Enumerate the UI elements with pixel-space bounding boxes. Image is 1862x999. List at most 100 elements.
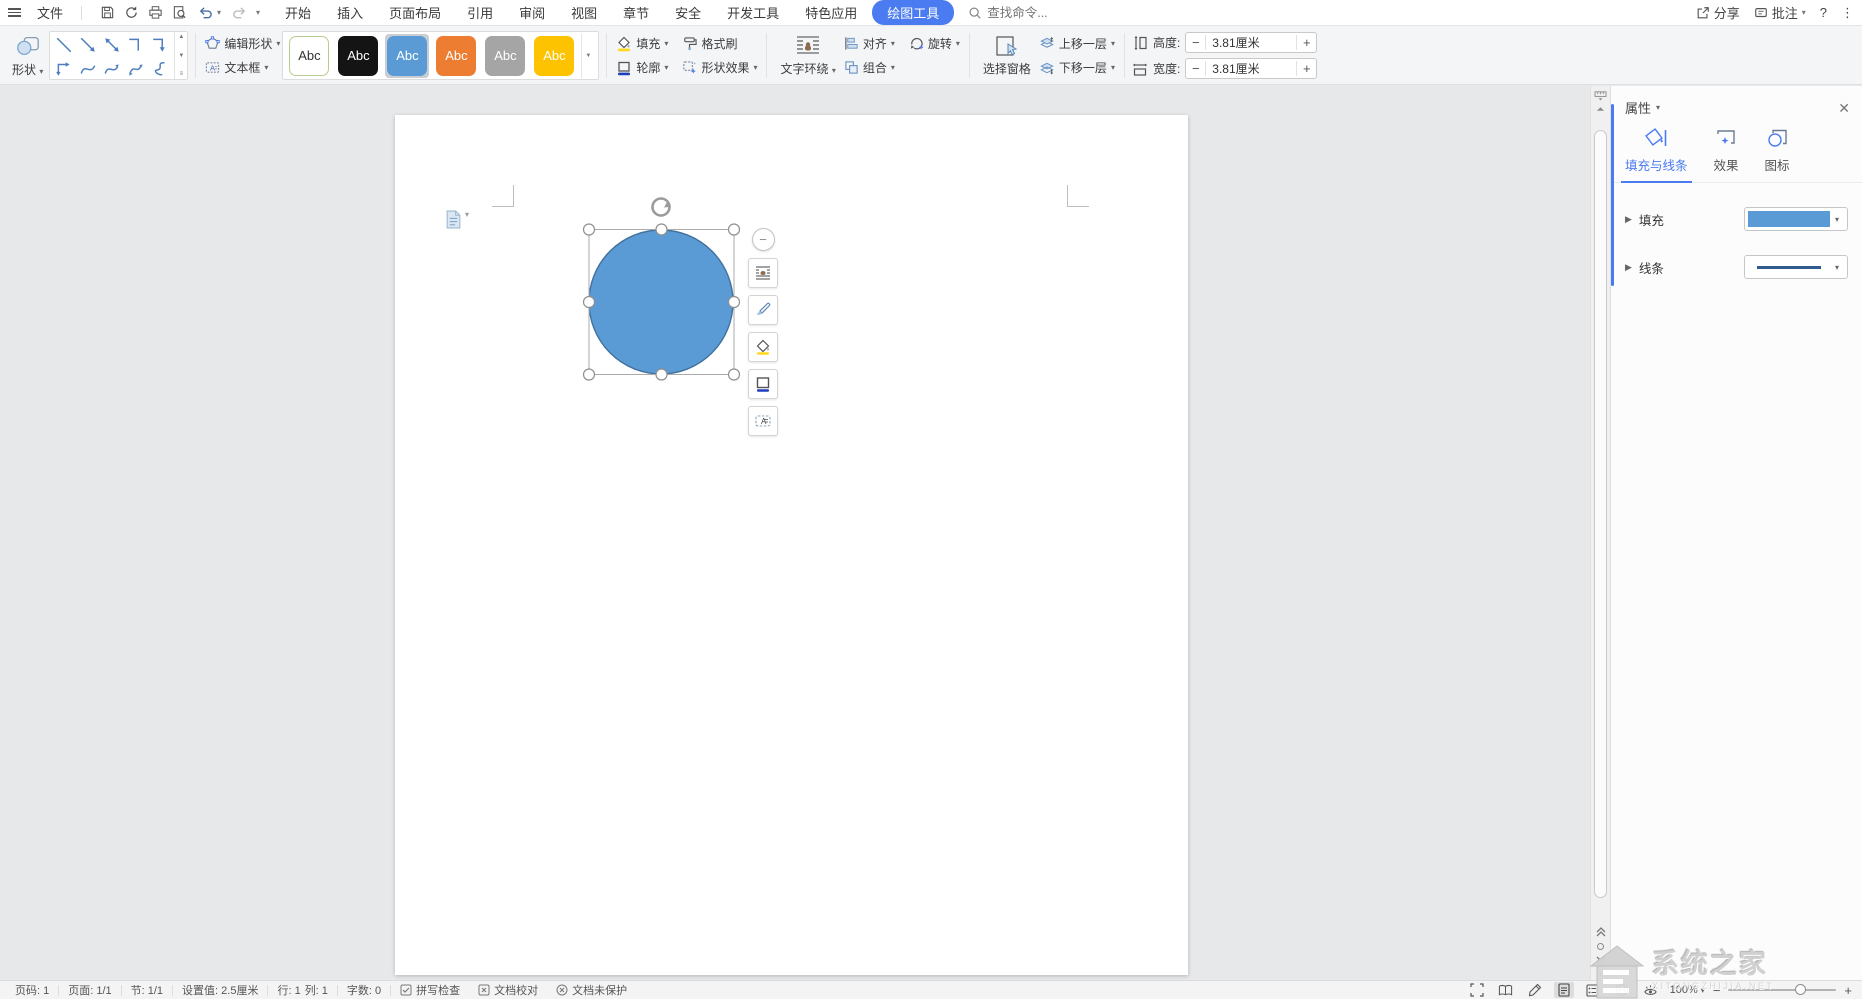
text-wrap-button[interactable]: 文字环绕 ▾ xyxy=(774,30,841,81)
tab-page-layout[interactable]: 页面布局 xyxy=(378,0,452,25)
textbox-button[interactable]: A 文本框▾ xyxy=(203,58,282,77)
more-options-icon[interactable]: ⋮ xyxy=(1841,5,1854,21)
panel-title-dropdown-arrow[interactable]: ▾ xyxy=(1656,103,1660,112)
line-expand-icon[interactable]: ▶ xyxy=(1625,262,1632,273)
vertical-scrollbar[interactable] xyxy=(1590,86,1610,980)
status-word-count[interactable]: 字数: 0 xyxy=(338,982,390,998)
width-increase-button[interactable]: + xyxy=(1296,61,1316,76)
next-page-icon[interactable] xyxy=(1596,956,1606,966)
resize-handle-ne[interactable] xyxy=(729,224,740,235)
document-options-arrow[interactable]: ▾ xyxy=(465,210,469,219)
panel-tab-effects[interactable]: 效果 xyxy=(1714,127,1739,182)
zoom-level-button[interactable]: 100% ▾ xyxy=(1670,984,1705,996)
tab-view[interactable]: 视图 xyxy=(560,0,608,25)
save-icon[interactable] xyxy=(100,5,115,20)
scrollbar-thumb[interactable] xyxy=(1594,130,1607,898)
redo-icon[interactable] xyxy=(232,5,247,20)
tab-drawing-tools[interactable]: 绘图工具 xyxy=(872,0,954,25)
tab-insert[interactable]: 插入 xyxy=(326,0,374,25)
align-button[interactable]: 对齐▾ xyxy=(842,34,897,53)
panel-tab-icon[interactable]: 图标 xyxy=(1765,127,1790,182)
web-layout-button[interactable] xyxy=(1612,982,1632,998)
shape-elbow-double-arrow[interactable] xyxy=(53,58,75,80)
previous-page-icon[interactable] xyxy=(1596,927,1606,937)
undo-dropdown-arrow[interactable]: ▾ xyxy=(217,9,221,17)
search-input[interactable] xyxy=(987,6,1097,20)
circle-shape[interactable] xyxy=(589,230,733,374)
zoom-in-button[interactable]: + xyxy=(1844,983,1852,998)
shape-curved-double-arrow[interactable] xyxy=(125,58,147,80)
read-mode-button[interactable] xyxy=(1496,982,1516,998)
fullscreen-view-button[interactable] xyxy=(1467,982,1487,998)
outline-view-button[interactable] xyxy=(1583,982,1603,998)
document-protection-button[interactable]: 文档未保护 xyxy=(547,982,636,998)
print-icon[interactable] xyxy=(148,5,163,20)
comment-button[interactable]: 批注 ▾ xyxy=(1754,3,1806,22)
fill-dropdown-arrow[interactable]: ▾ xyxy=(1830,215,1844,224)
tab-review[interactable]: 审阅 xyxy=(508,0,556,25)
shape-elbow-connector[interactable] xyxy=(125,34,147,56)
status-page-count[interactable]: 页面: 1/1 xyxy=(59,982,120,998)
resize-handle-se[interactable] xyxy=(729,369,740,380)
document-area[interactable]: ▾ xyxy=(0,86,1590,980)
tab-developer[interactable]: 开发工具 xyxy=(716,0,790,25)
select-browse-object-button[interactable] xyxy=(1597,943,1604,950)
proofread-button[interactable]: 文档校对 xyxy=(469,982,547,998)
write-mode-button[interactable] xyxy=(1525,982,1545,998)
style-gray[interactable]: Abc xyxy=(485,36,525,76)
bring-forward-button[interactable]: 上移一层▾ xyxy=(1037,34,1117,53)
ruler-toggle-icon[interactable] xyxy=(1594,90,1607,101)
style-blue-selected[interactable]: Abc xyxy=(387,36,427,76)
height-value[interactable]: 3.81厘米 xyxy=(1206,34,1296,51)
width-value[interactable]: 3.81厘米 xyxy=(1206,60,1296,77)
tab-section[interactable]: 章节 xyxy=(612,0,660,25)
undo-button[interactable]: ▾ xyxy=(196,4,223,21)
fill-expand-icon[interactable]: ▶ xyxy=(1625,214,1632,225)
shape-curved-arrow[interactable] xyxy=(101,58,123,80)
resize-handle-e[interactable] xyxy=(729,297,740,308)
status-section[interactable]: 节: 1/1 xyxy=(122,982,172,998)
shape-curve[interactable] xyxy=(77,58,99,80)
share-button[interactable]: 分享 xyxy=(1696,3,1740,22)
style-white[interactable]: Abc xyxy=(289,36,329,76)
zoom-slider[interactable] xyxy=(1728,989,1836,991)
gallery-more-icon[interactable]: ≡ xyxy=(180,71,184,77)
layout-options-button[interactable] xyxy=(748,258,778,288)
eye-protection-button[interactable] xyxy=(1641,982,1661,998)
fill-color-dropdown[interactable]: ▾ xyxy=(1744,207,1848,231)
scroll-up-icon[interactable] xyxy=(1596,106,1605,112)
outline-button[interactable]: 轮廓▾ xyxy=(614,58,670,77)
shape-outline-button[interactable] xyxy=(748,369,778,399)
rotate-handle[interactable] xyxy=(653,199,670,216)
rotate-button[interactable]: 旋转▾ xyxy=(907,34,962,53)
resize-handle-s[interactable] xyxy=(656,369,667,380)
height-decrease-button[interactable]: − xyxy=(1186,35,1206,50)
selection-pane-button[interactable]: 选择窗格 xyxy=(977,30,1037,81)
tab-special-features[interactable]: 特色应用 xyxy=(794,0,868,25)
scroll-down-icon[interactable] xyxy=(1596,972,1605,978)
document-page[interactable]: ▾ xyxy=(395,115,1188,975)
print-preview-icon[interactable] xyxy=(172,5,187,20)
document-options-button[interactable]: ▾ xyxy=(445,210,469,229)
panel-tab-fill-lines[interactable]: 填充与线条 xyxy=(1625,127,1688,182)
shape-effects-button[interactable]: 形状效果▾ xyxy=(680,58,759,77)
tab-references[interactable]: 引用 xyxy=(456,0,504,25)
gallery-scroll-up-icon[interactable]: ▲ xyxy=(178,34,184,40)
resize-handle-w[interactable] xyxy=(584,297,595,308)
send-backward-button[interactable]: 下移一层▾ xyxy=(1037,58,1117,77)
shape-fill-button[interactable] xyxy=(748,332,778,362)
style-orange[interactable]: Abc xyxy=(436,36,476,76)
style-black[interactable]: Abc xyxy=(338,36,378,76)
shape-line[interactable] xyxy=(53,34,75,56)
height-increase-button[interactable]: + xyxy=(1296,35,1316,50)
command-search[interactable] xyxy=(968,6,1097,20)
comment-dropdown-arrow[interactable]: ▾ xyxy=(1802,9,1806,17)
group-button[interactable]: 组合▾ xyxy=(842,58,897,77)
edit-shape-button[interactable]: 编辑形状▾ xyxy=(203,34,282,53)
tab-home[interactable]: 开始 xyxy=(274,0,322,25)
file-menu[interactable]: 文件 xyxy=(37,3,63,22)
shape-elbow-arrow[interactable] xyxy=(149,34,171,56)
zoom-slider-thumb[interactable] xyxy=(1795,984,1806,995)
format-painter-button[interactable]: 格式刷 xyxy=(680,34,739,53)
tab-security[interactable]: 安全 xyxy=(664,0,712,25)
